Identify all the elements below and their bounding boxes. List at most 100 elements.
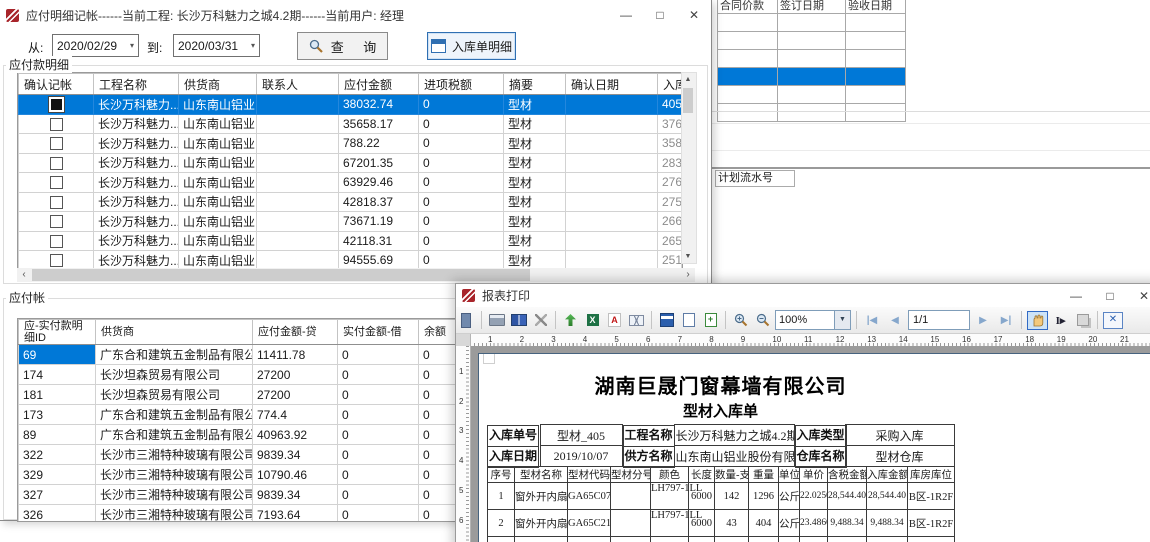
page-setup-icon[interactable]: [509, 312, 528, 329]
payable-table-row[interactable]: 69广东合和建筑五金制品有限公司11411.7800: [19, 345, 499, 365]
detail-table-row[interactable]: 长沙万科魅力...山东南山铝业...63929.460型材276: [19, 173, 682, 193]
confirm-checkbox[interactable]: [49, 97, 64, 112]
close-preview-button[interactable]: ✕: [1103, 312, 1123, 329]
col-supplier[interactable]: 供货商: [96, 320, 253, 345]
close-button[interactable]: ✕: [1127, 284, 1150, 307]
report-toolbar: X A + 100% ▼ |◀ ◀ 1/1 ▶ ▶|: [456, 307, 1150, 334]
cell-project: 长沙万科魅力...: [94, 192, 179, 212]
vertical-scrollbar[interactable]: ▲ ▼: [681, 72, 697, 264]
report-preview-area: 123456 湖南巨晟门窗幕墙有限公司 型材入库单 入库单号型材_405工程名称…: [456, 346, 1150, 542]
chevron-down-icon: ▾: [251, 41, 255, 50]
payable-table-row[interactable]: 327长沙市三湘特种玻璃有限公司9839.3400: [19, 485, 499, 505]
export-icon[interactable]: [561, 312, 580, 329]
col-summary[interactable]: 摘要: [504, 74, 566, 95]
confirm-checkbox[interactable]: [50, 196, 63, 209]
title-bar[interactable]: 应付明细记帐------当前工程: 长沙万科魅力之城4.2期------当前用户…: [0, 0, 711, 30]
bg-table-row: [718, 104, 906, 122]
export-pdf-icon[interactable]: A: [605, 312, 624, 329]
chevron-down-icon[interactable]: ▼: [834, 311, 850, 329]
cell-confirm_date: [566, 134, 658, 154]
payable-table-row[interactable]: 326长沙市三湘特种玻璃有限公司7193.6400: [19, 505, 499, 523]
detail-table-row[interactable]: 长沙万科魅力...山东南山铝业...42818.370型材275: [19, 192, 682, 212]
confirm-checkbox[interactable]: [50, 235, 63, 248]
toolbar-separator: [725, 311, 726, 329]
cell-project: 长沙万科魅力...: [94, 173, 179, 193]
zoom-out-icon[interactable]: [753, 312, 772, 329]
col-inbound[interactable]: 入库: [658, 74, 682, 95]
confirm-checkbox[interactable]: [50, 215, 63, 228]
col-sign-date: 签订日期: [778, 0, 846, 14]
scroll-up-icon[interactable]: ▲: [682, 73, 694, 86]
inbound-detail-button[interactable]: 入库单明细: [427, 32, 516, 60]
scroll-right-icon[interactable]: ›: [681, 268, 695, 282]
single-page-icon[interactable]: [679, 312, 698, 329]
zoom-in-icon[interactable]: [731, 312, 750, 329]
print-icon[interactable]: [487, 312, 506, 329]
copy-button[interactable]: [1073, 312, 1092, 329]
scroll-left-icon[interactable]: ‹: [17, 268, 31, 282]
confirm-checkbox[interactable]: [50, 157, 63, 170]
scrollbar-thumb[interactable]: [683, 88, 693, 113]
hand-tool-button[interactable]: [1027, 311, 1048, 330]
confirm-checkbox[interactable]: [50, 176, 63, 189]
save-icon[interactable]: [657, 312, 676, 329]
cell-confirm_date: [566, 153, 658, 173]
page-number-box[interactable]: 1/1: [908, 310, 970, 330]
toolbar-separator: [1021, 311, 1022, 329]
col-confirm[interactable]: 确认记帐: [19, 74, 94, 95]
confirm-checkbox[interactable]: [50, 118, 63, 131]
zoom-select[interactable]: 100% ▼: [775, 310, 851, 330]
scrollbar-thumb[interactable]: [32, 269, 530, 281]
col-tax[interactable]: 进项税额: [419, 74, 504, 95]
cell-debit: 0: [338, 385, 419, 405]
close-button[interactable]: ✕: [677, 0, 711, 30]
query-button[interactable]: 查 询: [297, 32, 388, 60]
detail-table-row[interactable]: 长沙万科魅力...山东南山铝业...42118.310型材265: [19, 231, 682, 251]
detail-table-row[interactable]: 长沙万科魅力...山东南山铝业...38032.740型材405: [19, 95, 682, 115]
payable-table-row[interactable]: 89广东合和建筑五金制品有限公司40963.9200: [19, 425, 499, 445]
col-amount[interactable]: 应付金额: [339, 74, 419, 95]
payable-table-row[interactable]: 173广东合和建筑五金制品有限公司774.400: [19, 405, 499, 425]
nav-last-button[interactable]: ▶|: [996, 315, 1016, 326]
title-bar[interactable]: 报表打印 — □ ✕: [456, 284, 1150, 307]
payable-table-row[interactable]: 329长沙市三湘特种玻璃有限公司10790.4600: [19, 465, 499, 485]
minimize-button[interactable]: —: [609, 0, 643, 30]
toolbox-icon[interactable]: [457, 312, 476, 329]
minimize-button[interactable]: —: [1059, 284, 1093, 307]
confirm-checkbox[interactable]: [50, 137, 63, 150]
detail-table-row[interactable]: 长沙万科魅力...山东南山铝业...788.220型材358: [19, 134, 682, 154]
options-icon[interactable]: [531, 312, 550, 329]
col-project[interactable]: 工程名称: [94, 74, 179, 95]
col-debit[interactable]: 实付金额-借: [338, 320, 419, 345]
scroll-down-icon[interactable]: ▼: [682, 250, 694, 263]
detail-table-row[interactable]: 长沙万科魅力...山东南山铝业...67201.350型材283: [19, 153, 682, 173]
text-select-tool-button[interactable]: I▸: [1051, 312, 1070, 329]
payable-table-row[interactable]: 174长沙坦森贸易有限公司2720000: [19, 365, 499, 385]
col-entry-id[interactable]: 应-实付款明 细ID: [19, 320, 96, 345]
nav-first-button[interactable]: |◀: [862, 315, 882, 326]
detail-table-row[interactable]: 长沙万科魅力...山东南山铝业...35658.170型材376: [19, 114, 682, 134]
detail-table-row[interactable]: 长沙万科魅力...山东南山铝业...73671.190型材266: [19, 212, 682, 232]
confirm-checkbox[interactable]: [50, 254, 63, 267]
cell-project: 长沙万科魅力...: [94, 212, 179, 232]
email-icon[interactable]: [627, 312, 646, 329]
maximize-button[interactable]: □: [1093, 284, 1127, 307]
payable-table-row[interactable]: 181长沙坦森贸易有限公司2720000: [19, 385, 499, 405]
report-cell: [749, 537, 779, 542]
horizontal-scrollbar[interactable]: ‹ ›: [17, 268, 695, 282]
cell-contact: [257, 134, 339, 154]
from-date-select[interactable]: 2020/02/29 ▾: [52, 34, 139, 57]
export-excel-icon[interactable]: X: [583, 312, 602, 329]
nav-prev-button[interactable]: ◀: [885, 315, 905, 326]
col-confirm-date[interactable]: 确认日期: [566, 74, 658, 95]
payable-table-row[interactable]: 322长沙市三湘特种玻璃有限公司9839.3400: [19, 445, 499, 465]
to-date-select[interactable]: 2020/03/31 ▾: [173, 34, 260, 57]
nav-next-button[interactable]: ▶: [973, 315, 993, 326]
col-contact[interactable]: 联系人: [257, 74, 339, 95]
maximize-button[interactable]: □: [643, 0, 677, 30]
col-credit[interactable]: 应付金额-贷: [253, 320, 338, 345]
cell-supplier: 山东南山铝业...: [179, 134, 257, 154]
multipage-icon[interactable]: +: [701, 312, 720, 329]
col-supplier[interactable]: 供货商: [179, 74, 257, 95]
report-cell: 28,544.40: [828, 483, 867, 510]
